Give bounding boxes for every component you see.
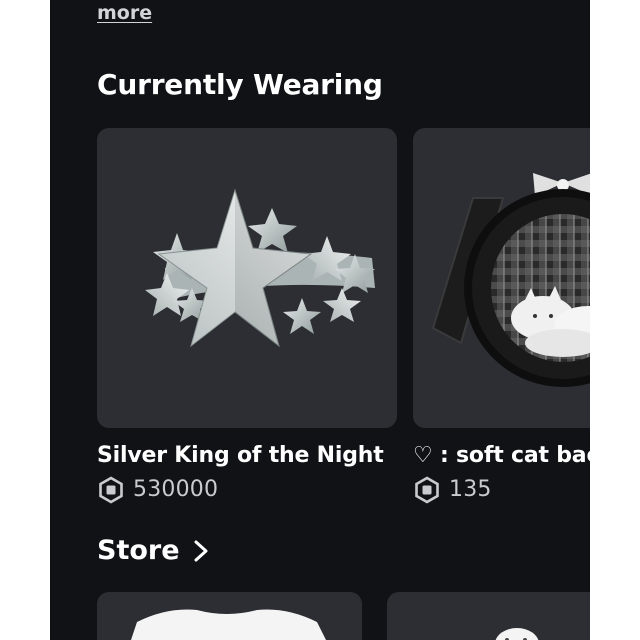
- store-item-card[interactable]: [97, 592, 362, 640]
- shirt-thumbnail: [131, 609, 326, 640]
- price-value: 530000: [133, 477, 219, 502]
- silver-star-crown-thumbnail: [145, 188, 375, 348]
- wearing-item-card[interactable]: ♡ : soft cat bac 135: [413, 128, 590, 506]
- store-header-link[interactable]: Store: [97, 532, 212, 570]
- currently-wearing-title: Currently Wearing: [97, 68, 383, 101]
- item-thumbnail[interactable]: [413, 128, 590, 428]
- item-price: 135: [413, 474, 590, 506]
- item-price: 530000: [97, 474, 397, 506]
- store-title: Store: [97, 535, 180, 566]
- soft-cat-backpack-thumbnail: [431, 173, 590, 387]
- price-value: 135: [449, 477, 492, 502]
- store-item-thumbnail: [495, 628, 539, 640]
- item-name[interactable]: Silver King of the Night: [97, 440, 397, 472]
- item-thumbnail[interactable]: [97, 128, 397, 428]
- chevron-right-icon: [194, 540, 208, 562]
- item-name[interactable]: ♡ : soft cat bac: [413, 440, 590, 472]
- wearing-item-card[interactable]: Silver King of the Night 530000: [97, 128, 397, 506]
- item-page-content: more Currently Wearing Silver King of th…: [50, 0, 590, 640]
- robux-icon: [415, 476, 439, 504]
- robux-icon: [99, 476, 123, 504]
- show-more-link[interactable]: more: [97, 0, 152, 26]
- store-item-card[interactable]: [387, 592, 590, 640]
